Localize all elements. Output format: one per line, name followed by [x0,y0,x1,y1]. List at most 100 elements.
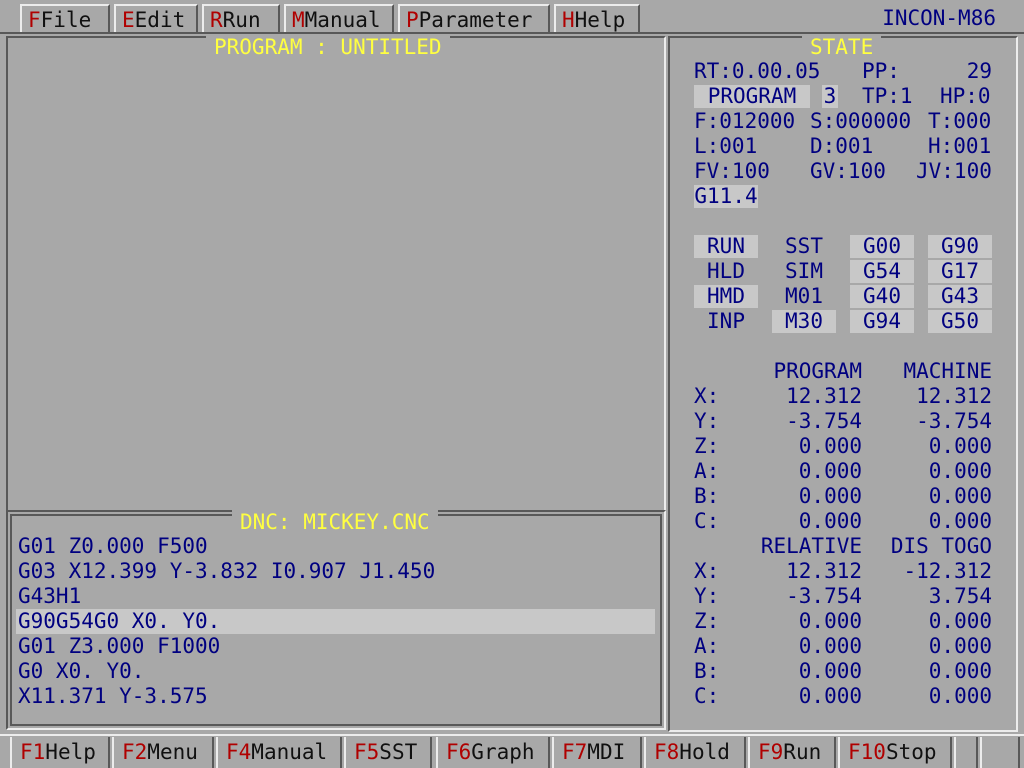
menu-file[interactable]: FFile [20,4,110,32]
menu-manual-label: Manual [304,8,381,32]
mode-hmd: HMD [694,285,758,308]
fkey-menu-key: F2 [122,740,148,764]
rel-relative: 12.312 [786,559,862,583]
fkey-menu-label: Menu [147,740,198,764]
pp-value: 29 [966,59,992,83]
rel-relative: 0.000 [798,659,862,683]
fkey-stop[interactable]: F10Stop [838,737,952,768]
menu-manual-hotkey: M [292,8,305,32]
menu-bar: FFile EEdit RRun MManual PParameter HHel… [0,0,1024,34]
menu-manual[interactable]: MManual [284,4,394,32]
dnc-code-line[interactable]: G0 X0. Y0. [18,659,144,684]
dnc-code-line[interactable]: X11.371 Y-3.575 [18,684,208,709]
program-panel-title: PROGRAM : UNTITLED [206,35,450,60]
mode-g90: G90 [928,235,992,258]
rel-relative: -3.754 [786,584,862,608]
function-key-bar: F1Help F2Menu F4Manual F5SST F6Graph F7M… [0,734,1024,768]
rel-axis: B: [694,659,720,683]
fkey-hold[interactable]: F8Hold [644,737,746,768]
run-time: RT:0.00.05 [694,59,821,83]
rel-relative: 0.000 [798,634,862,658]
rel-header-relative: RELATIVE [760,534,862,558]
dnc-panel-title: DNC: MICKEY.CNC [232,510,438,535]
fkey-sst-label: SST [379,740,418,764]
coord-machine: -3.754 [916,409,992,433]
menu-edit[interactable]: EEdit [114,4,198,32]
dnc-code-line[interactable]: G01 Z0.000 F500 [18,534,208,559]
d-value: D:001 [810,134,874,158]
fkey-manual-label: Manual [251,740,328,764]
rel-axis: X: [694,559,720,583]
fkey-graph-key: F6 [446,740,472,764]
fkey-manual[interactable]: F4Manual [216,737,342,768]
dnc-code-line-current[interactable]: G90G54G0 X0. Y0. [18,609,220,634]
coord-axis: Y: [694,409,720,433]
coord-program: 12.312 [786,384,862,408]
fkey-menu[interactable]: F2Menu [112,737,214,768]
coord-machine: 0.000 [928,509,992,533]
h-value: H:001 [928,134,992,158]
rel-axis: Z: [694,609,720,633]
fkey-hold-key: F8 [654,740,680,764]
fkey-manual-key: F4 [226,740,252,764]
rel-distogo: 3.754 [928,584,992,608]
coords-header-program: PROGRAM [773,359,862,383]
fkey-help[interactable]: F1Help [10,737,110,768]
menu-edit-hotkey: E [122,8,135,32]
program-panel [6,36,666,512]
mode-inp: INP [707,309,745,333]
coord-program: 0.000 [798,459,862,483]
menu-file-label: File [40,8,92,32]
active-gcode: G11.4 [694,184,758,208]
fkey-mdi-key: F7 [562,740,588,764]
spindle-value: S:000000 [810,109,912,133]
mode-g00: G00 [850,235,914,258]
mode-g17: G17 [928,260,992,283]
fkey-run[interactable]: F9Run [748,737,836,768]
menu-edit-label: Edit [134,8,186,32]
menu-parameter-label: Parameter [418,8,533,32]
fkey-graph-label: Graph [471,740,535,764]
coord-machine: 0.000 [928,484,992,508]
menu-help-hotkey: H [562,8,575,32]
mode-g43: G43 [928,285,992,308]
coord-axis: X: [694,384,720,408]
rel-axis: A: [694,634,720,658]
menu-help[interactable]: HHelp [554,4,640,32]
dnc-code-line[interactable]: G03 X12.399 Y-3.832 I0.907 J1.450 [18,559,435,584]
l-value: L:001 [694,134,758,158]
coord-axis: C: [694,509,720,533]
menu-run-label: Run [222,8,261,32]
menu-help-label: Help [574,8,626,32]
coord-program: 0.000 [798,484,862,508]
rel-header-distogo: DIS TOGO [890,534,992,558]
menu-run-hotkey: R [210,8,223,32]
rel-distogo: 0.000 [928,659,992,683]
coord-axis: B: [694,484,720,508]
fkey-stop-label: Stop [885,740,937,764]
pp-label: PP: [862,59,900,83]
fkey-help-key: F1 [20,740,46,764]
dnc-code-line[interactable]: G43H1 [18,584,81,609]
fkey-sst[interactable]: F5SST [344,737,432,768]
menu-parameter[interactable]: PParameter [398,4,550,32]
program-mode-badge: PROGRAM [694,85,810,108]
coord-program: -3.754 [786,409,862,433]
mode-m01: M01 [785,284,823,308]
coord-program: 0.000 [798,509,862,533]
fkey-stop-key: F10 [848,740,886,764]
fkey-run-label: Run [783,740,822,764]
fkey-graph[interactable]: F6Graph [436,737,550,768]
fkey-sst-key: F5 [354,740,380,764]
program-number: 3 [822,84,838,108]
dnc-code-line[interactable]: G01 Z3.000 F1000 [18,634,220,659]
mode-hld: HLD [707,259,745,283]
fkey-mdi[interactable]: F7MDI [552,737,642,768]
fkey-blank[interactable] [954,737,978,768]
fkey-run-key: F9 [758,740,784,764]
mode-run: RUN [694,235,758,258]
menu-run[interactable]: RRun [202,4,280,32]
fkey-blank[interactable] [980,737,1020,768]
tool-value: T:000 [928,109,992,133]
rel-distogo: 0.000 [928,609,992,633]
